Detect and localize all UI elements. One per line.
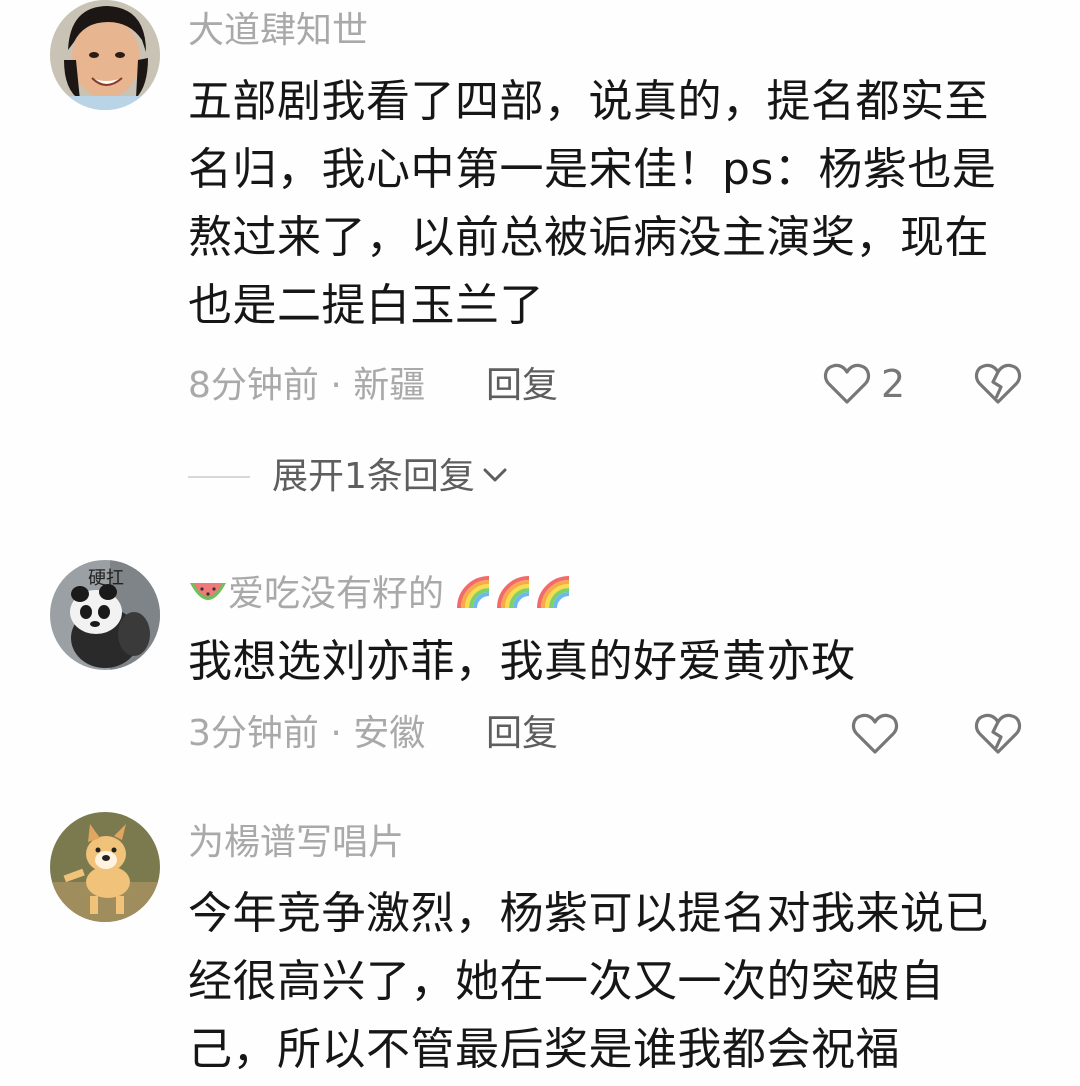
rainbow-emoji-icon — [455, 570, 495, 621]
rainbow-emoji-icon — [495, 570, 535, 621]
comment-text: 今年竞争激烈，杨紫可以提名对我来说已 经很高兴了，她在一次又一次的突破自 己，所… — [188, 880, 1018, 1084]
broken-heart-icon — [974, 710, 1022, 758]
avatar-caption: 硬扛 — [88, 568, 124, 589]
comment-text-line: 今年竞争激烈，杨紫可以提名对我来说已 — [188, 888, 989, 939]
comment-text-line: 熬过来了，以前总被诟病没主演奖，现在 — [188, 212, 989, 263]
comment-text: 我想选刘亦菲，我真的好爱黄亦玫 — [188, 628, 1018, 696]
avatar[interactable] — [50, 0, 160, 110]
like-button[interactable]: 2 — [823, 360, 905, 408]
username[interactable]: 爱吃没有籽的 — [188, 570, 575, 621]
chevron-down-icon — [481, 465, 509, 489]
comment-text-line: 我想选刘亦菲，我真的好爱黄亦玫 — [188, 636, 856, 687]
avatar[interactable] — [50, 812, 160, 922]
comment-time-location: 3分钟前 · 安徽 — [188, 713, 426, 754]
reply-button[interactable]: 回复 — [486, 364, 558, 408]
comment-item: 大道肆知世 五部剧我看了四部，说真的，提名都实至 名归，我心中第一是宋佳！ps：… — [0, 0, 1080, 520]
heart-outline-icon — [851, 712, 899, 756]
username[interactable]: 大道肆知世 — [188, 9, 368, 53]
comment-text-line: 己，所以不管最后奖是谁我都会祝福 — [188, 1024, 900, 1075]
expand-replies-button[interactable]: 展开1条回复 — [188, 455, 509, 499]
watermelon-emoji-icon — [188, 574, 228, 618]
username-text: 爱吃没有籽的 — [228, 573, 445, 615]
reply-button[interactable]: 回复 — [486, 712, 558, 756]
comment-item: 硬扛 爱吃没有籽的 我想选刘亦菲，我真的好爱黄亦玫 3分钟前 · 安徽 回复 — [0, 560, 1080, 780]
rainbow-emoji-icon — [535, 570, 575, 621]
like-count: 2 — [881, 362, 906, 406]
comment-text: 五部剧我看了四部，说真的，提名都实至 名归，我心中第一是宋佳！ps：杨紫也是 熬… — [188, 68, 1018, 340]
comment-text-line: 也是二提白玉兰了 — [188, 280, 544, 331]
dislike-button[interactable] — [974, 710, 1022, 758]
heart-outline-icon — [823, 362, 871, 406]
broken-heart-icon — [974, 360, 1022, 408]
divider-line — [188, 476, 250, 478]
expand-replies-label: 展开1条回复 — [272, 456, 475, 497]
like-button[interactable] — [851, 710, 899, 758]
comment-text-line: 名归，我心中第一是宋佳！ps：杨紫也是 — [188, 144, 997, 195]
dislike-button[interactable] — [974, 360, 1022, 408]
comment-text-line: 五部剧我看了四部，说真的，提名都实至 — [188, 76, 989, 127]
username[interactable]: 为楊谱写唱片 — [188, 821, 404, 865]
comment-time-location: 8分钟前 · 新疆 — [188, 365, 426, 406]
comment-item: 为楊谱写唱片 今年竞争激烈，杨紫可以提名对我来说已 经很高兴了，她在一次又一次的… — [0, 812, 1080, 1086]
comment-text-line: 经很高兴了，她在一次又一次的突破自 — [188, 956, 945, 1007]
avatar[interactable]: 硬扛 — [50, 560, 160, 670]
